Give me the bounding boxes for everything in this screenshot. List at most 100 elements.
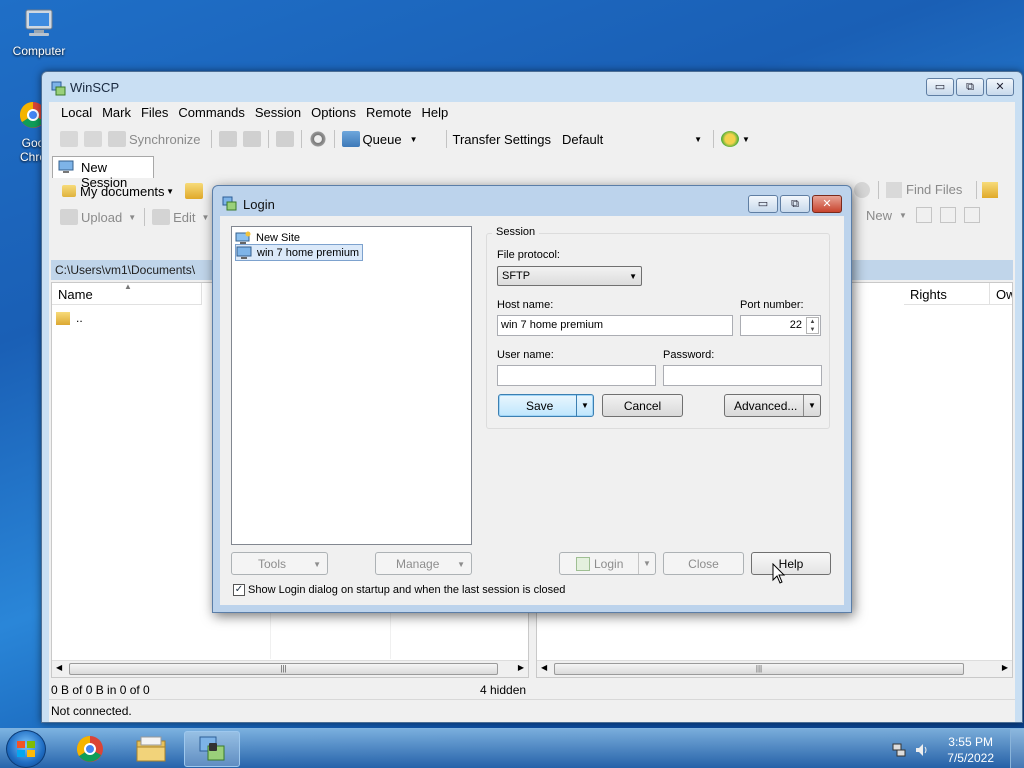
scroll-right-icon[interactable]: ▶ [1002, 663, 1008, 672]
find-files-button[interactable]: Find Files [906, 182, 962, 197]
putty-icon[interactable] [242, 131, 261, 147]
new-session-icon [58, 160, 74, 173]
minimize-button[interactable]: ▭ [748, 195, 778, 213]
close-dialog-button[interactable]: Close [663, 552, 744, 575]
chevron-down-icon[interactable]: ▼ [742, 135, 750, 144]
edit-button[interactable]: Edit [173, 210, 195, 225]
close-button[interactable]: ✕ [812, 195, 842, 213]
chevron-down-icon[interactable]: ▼ [638, 553, 655, 574]
network-icon[interactable] [891, 742, 907, 758]
login-button[interactable]: Login ▼ [559, 552, 656, 575]
start-button[interactable] [6, 730, 46, 768]
sync-browse-icon[interactable] [84, 131, 102, 147]
taskbar-winscp[interactable] [184, 731, 240, 767]
gear-icon[interactable] [308, 131, 327, 147]
manage-button[interactable]: Manage ▼ [375, 552, 472, 575]
scroll-right-icon[interactable]: ▶ [518, 663, 524, 672]
upload-icon[interactable] [60, 209, 78, 225]
menu-session[interactable]: Session [250, 102, 306, 124]
new-button[interactable]: New [866, 208, 892, 223]
queue-button[interactable]: Queue [363, 132, 402, 147]
remote-horizontal-scrollbar[interactable]: ◀ ||| ▶ [537, 660, 1012, 677]
menu-mark[interactable]: Mark [97, 102, 136, 124]
menu-files[interactable]: Files [136, 102, 173, 124]
user-name-input[interactable] [497, 365, 656, 386]
chrome-icon [76, 735, 103, 762]
chevron-down-icon[interactable]: ▼ [128, 213, 136, 222]
remove-icon[interactable] [940, 207, 956, 223]
filter-icon[interactable] [964, 207, 980, 223]
scroll-left-icon[interactable]: ◀ [541, 663, 547, 672]
checkbox-checked-icon[interactable]: ✓ [233, 584, 245, 596]
menu-remote[interactable]: Remote [361, 102, 417, 124]
desktop-icon-computer[interactable]: Computer [4, 8, 74, 58]
queue-icon[interactable] [341, 131, 360, 147]
transfer-settings-select[interactable]: Default ▼ [557, 129, 707, 149]
restore-button[interactable]: ⧉ [780, 195, 810, 213]
synchronize-button[interactable]: Synchronize [129, 132, 201, 147]
add-icon[interactable] [916, 207, 932, 223]
chevron-down-icon[interactable]: ▼ [803, 395, 820, 416]
taskbar: 3:55 PM 7/5/2022 [0, 728, 1024, 768]
column-rights[interactable]: Rights [904, 283, 990, 305]
site-tree[interactable]: New Site win 7 home premium [231, 226, 472, 545]
password-label: Password: [663, 349, 715, 361]
compare-icon[interactable] [60, 131, 78, 147]
host-name-input[interactable]: win 7 home premium [497, 315, 733, 336]
menu-commands[interactable]: Commands [173, 102, 249, 124]
status-selection: 0 B of 0 B in 0 of 0 [51, 683, 150, 697]
winscp-app-icon [222, 196, 237, 211]
scroll-thumb[interactable]: ||| [69, 663, 498, 675]
user-name-label: User name: [497, 349, 554, 361]
local-location-select[interactable]: My documents ▼ [57, 181, 179, 201]
scroll-left-icon[interactable]: ◀ [56, 663, 62, 672]
synchronize-icon[interactable] [108, 131, 126, 147]
help-button[interactable]: Help [751, 552, 831, 575]
show-login-checkbox[interactable]: ✓ Show Login dialog on startup and when … [233, 584, 565, 596]
console-icon[interactable] [218, 131, 237, 147]
restore-button[interactable]: ⧉ [956, 78, 984, 96]
globe-icon[interactable] [721, 131, 740, 147]
table-row[interactable]: .. [56, 311, 83, 325]
edit-icon[interactable] [152, 209, 171, 225]
menu-help[interactable]: Help [416, 102, 453, 124]
upload-button[interactable]: Upload [81, 210, 122, 225]
session-tabs: New Session [49, 154, 1015, 190]
refresh-icon[interactable] [854, 182, 870, 198]
menu-local[interactable]: Local [56, 102, 97, 124]
port-number-input[interactable]: 22 ▲ ▼ [740, 315, 821, 336]
cancel-button[interactable]: Cancel [602, 394, 683, 417]
separator [713, 130, 715, 148]
taskbar-explorer[interactable] [123, 731, 179, 767]
close-button[interactable]: ✕ [986, 78, 1014, 96]
column-owner[interactable]: Own [990, 283, 1012, 305]
open-folder-icon[interactable] [185, 183, 203, 199]
port-stepper[interactable]: ▲ ▼ [806, 317, 819, 334]
local-horizontal-scrollbar[interactable]: ◀ ||| ▶ [52, 660, 528, 677]
taskbar-chrome[interactable] [62, 731, 118, 767]
site-item-win7[interactable]: win 7 home premium [235, 244, 364, 261]
tree-toggle-icon[interactable] [982, 182, 998, 198]
session-group-label: Session [492, 226, 540, 238]
find-files-icon [886, 182, 902, 198]
monitor-icon [236, 246, 252, 259]
window-icon[interactable] [275, 131, 294, 147]
save-button[interactable]: Save ▼ [498, 394, 594, 417]
password-input[interactable] [663, 365, 822, 386]
show-desktop-button[interactable] [1010, 729, 1024, 768]
column-name[interactable]: Name ▲ [52, 282, 202, 305]
separator [300, 130, 302, 148]
chevron-down-icon[interactable]: ▼ [202, 213, 210, 222]
menu-options[interactable]: Options [306, 102, 361, 124]
file-protocol-select[interactable]: SFTP ▼ [497, 266, 642, 286]
scroll-thumb[interactable]: ||| [554, 663, 964, 675]
advanced-button[interactable]: Advanced... ▼ [724, 394, 821, 417]
chevron-down-icon[interactable]: ▼ [576, 395, 593, 416]
chevron-down-icon[interactable]: ▼ [410, 135, 418, 144]
volume-icon[interactable] [914, 742, 930, 758]
chevron-down-icon[interactable]: ▼ [899, 211, 907, 220]
tools-button[interactable]: Tools ▼ [231, 552, 328, 575]
minimize-button[interactable]: ▭ [926, 78, 954, 96]
system-clock[interactable]: 3:55 PM 7/5/2022 [947, 734, 994, 766]
dialog-client: New Site win 7 home premium Session File… [220, 216, 844, 605]
